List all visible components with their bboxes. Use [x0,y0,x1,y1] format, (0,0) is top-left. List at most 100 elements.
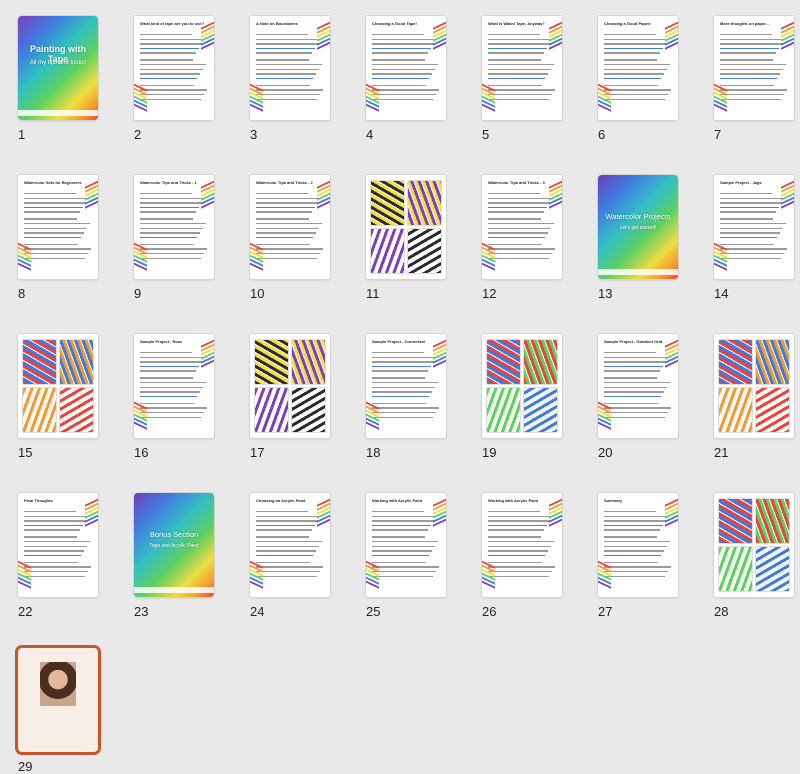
text-line [604,416,665,418]
page-number-label: 9 [134,286,142,301]
page-thumbnail[interactable]: Summary [598,493,678,597]
text-line [488,511,540,513]
page-thumbnail[interactable]: Painting with Tape All my tips and tricks… [18,16,98,120]
page-number-label: 3 [250,127,258,142]
text-line [140,386,203,388]
text-line [256,52,312,54]
page-title: Watercolor Tips and Tricks - 2 [256,180,313,185]
page-thumbnail[interactable]: Sample Project - Cornerkeel [366,334,446,438]
page-thumbnail[interactable]: Sample Project - Gradient Grid [598,334,678,438]
text-line [256,98,317,100]
page-number-label: 15 [18,445,33,460]
page-thumbnail[interactable] [714,334,794,438]
text-line [604,412,668,414]
text-line [24,566,91,568]
page-thumbnail[interactable]: Watercolor Tips and Tricks - 1 [134,175,214,279]
page-thumbnail[interactable] [482,334,562,438]
text-line [488,529,544,531]
text-line [488,248,555,250]
text-line [372,59,425,61]
text-line [488,232,548,234]
text-line [24,545,87,547]
text-line [140,395,197,398]
text-line [256,68,319,70]
text-line [140,193,192,195]
page-title: Final Thoughts [24,498,53,503]
page-thumbnail[interactable]: A Note on Boundaries [250,16,330,120]
page-thumbnail[interactable] [18,648,98,752]
sample-photo [292,388,325,432]
text-line [488,211,544,213]
page-thumbnail[interactable]: Watercolor Tips and Tricks - 2 [250,175,330,279]
page-thumbnail[interactable]: Watercolor Tips and Tricks - 3 [482,175,562,279]
page-thumbnail[interactable]: Choosing a Good Tape! [366,16,446,120]
page-thumbnail[interactable]: More thoughts on paper... [714,16,794,120]
page-title: What is Washi Tape, Anyway? [488,21,545,26]
page-thumbnail[interactable]: Bonus Section Tape and Acrylic Paint [134,493,214,597]
text-line [140,94,204,96]
text-line [24,218,77,220]
text-line [488,236,545,239]
page-thumbnail[interactable]: What is Washi Tape, Anyway? [482,16,562,120]
cover-footer-bar [18,110,98,116]
page-thumbnail[interactable]: Watercolor Projects Let's get started! [598,175,678,279]
cover-footer-bar [598,269,678,275]
text-line [720,38,785,40]
text-line [256,34,308,36]
page-thumbnail[interactable] [714,493,794,597]
text-line [372,382,438,384]
page-number-label: 7 [714,127,722,142]
page-thumbnail[interactable]: Choosing an Acrylic Paint [250,493,330,597]
text-line [604,64,670,66]
page-number-label: 1 [18,127,26,142]
text-line [24,520,86,522]
text-line [720,223,786,225]
text-line [488,550,548,552]
page-thumbnail[interactable]: Sample Project - Jags [714,175,794,279]
text-line [488,52,544,54]
page-thumbnail[interactable] [18,334,98,438]
text-line [256,227,319,229]
text-line [604,520,666,522]
text-line [372,386,435,388]
page-title: Working with Acrylic Paint [488,498,539,503]
text-line [488,536,541,538]
page-number-label: 29 [18,759,33,774]
page-cell: Watercolor Projects Let's get started! 13 [598,175,712,301]
rainbow-stripe-decoration [598,400,611,434]
sample-photo [719,547,752,591]
page-thumbnail[interactable]: Watercolor Sets for Beginners [18,175,98,279]
page-cell: More thoughts on paper... 7 [714,16,800,142]
rainbow-stripe-decoration [549,20,562,54]
page-thumbnail[interactable]: Working with Acrylic Paint [366,493,446,597]
page-thumbnail[interactable]: Choosing a Good Paper! [598,16,678,120]
text-line [720,211,776,213]
text-line [140,197,205,199]
text-line [604,382,670,384]
rainbow-stripe-decoration [781,20,794,54]
text-line [720,206,779,209]
page-thumbnail[interactable] [366,175,446,279]
text-line [140,412,204,414]
page-number-label: 23 [134,604,149,619]
page-thumbnail[interactable]: Final Thoughts [18,493,98,597]
page-title: Summary [604,498,623,503]
text-line [256,520,318,522]
text-line [488,545,551,547]
sample-photo [719,340,752,384]
text-line [488,561,542,564]
text-line [720,193,772,195]
text-line [720,84,774,87]
page-thumbnail[interactable] [250,334,330,438]
page-thumbnail[interactable]: What kind of tape are you to use? [134,16,214,120]
text-line [488,94,552,96]
page-number-label: 10 [250,286,265,301]
page-thumbnail[interactable]: Working with Acrylic Paint [482,493,562,597]
text-line [372,98,433,100]
text-line [140,253,204,255]
rainbow-stripe-decoration [201,20,214,54]
page-thumbnail[interactable]: Sample Project - Rose [134,334,214,438]
text-line [372,524,431,527]
text-line [372,377,425,379]
text-line [140,98,201,100]
